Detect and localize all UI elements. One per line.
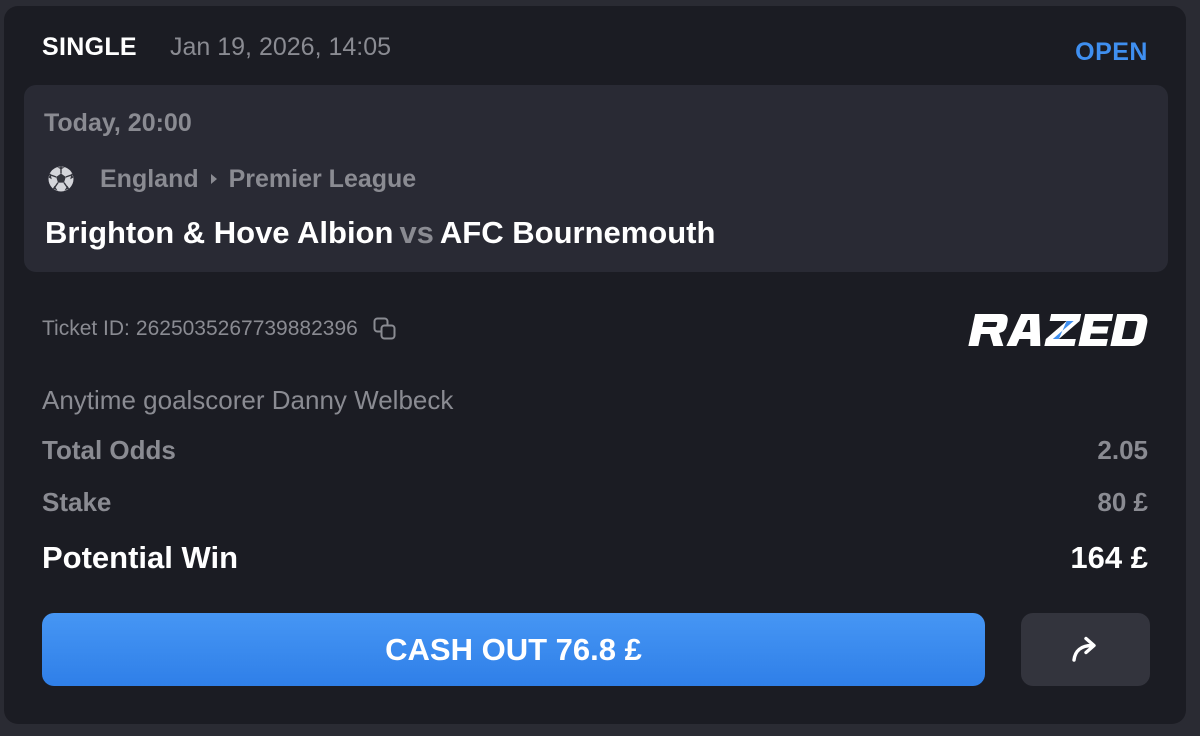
event-country: England xyxy=(100,164,199,193)
bet-type: SINGLE xyxy=(42,33,137,61)
ticket-id-label: Ticket ID: xyxy=(42,317,130,340)
potential-win-label: Potential Win xyxy=(42,540,239,575)
status-badge: OPEN xyxy=(1075,38,1148,66)
event-matchup: Brighton & Hove Albion vs AFC Bournemouth xyxy=(45,215,715,251)
copy-icon[interactable] xyxy=(372,316,398,342)
share-button[interactable] xyxy=(1021,613,1150,686)
potential-win-value: 164 £ xyxy=(1070,540,1148,575)
ticket-info-row: Ticket ID: 2625035267739882396 xyxy=(42,310,1148,350)
vs-label: vs xyxy=(399,215,434,250)
total-odds-value: 2.05 xyxy=(1097,434,1148,465)
ticket-id: Ticket ID: 2625035267739882396 xyxy=(42,316,398,342)
razed-logo xyxy=(962,310,1148,350)
ticket-id-value: 2625035267739882396 xyxy=(135,317,358,340)
event-breadcrumb: England Premier League xyxy=(46,161,416,197)
stake-value: 80 £ xyxy=(1097,486,1148,517)
share-arrow-icon xyxy=(1066,630,1106,670)
chevron-right-icon xyxy=(210,174,217,184)
total-odds-row: Total Odds 2.05 xyxy=(42,432,1148,468)
ticket-header: SINGLE Jan 19, 2026, 14:05 OPEN xyxy=(42,30,1148,70)
selection-name: Anytime goalscorer Danny Welbeck xyxy=(42,385,454,415)
bet-ticket-card: SINGLE Jan 19, 2026, 14:05 OPEN Today, 2… xyxy=(4,6,1186,724)
event-league: Premier League xyxy=(228,164,417,193)
away-team: AFC Bournemouth xyxy=(439,215,716,250)
event-start-time: Today, 20:00 xyxy=(44,109,192,137)
event-panel[interactable]: Today, 20:00 England Premier League Brig… xyxy=(24,85,1168,272)
soccer-ball-icon xyxy=(46,164,76,194)
home-team: Brighton & Hove Albion xyxy=(45,215,394,250)
total-odds-label: Total Odds xyxy=(42,434,176,465)
bet-placed-date: Jan 19, 2026, 14:05 xyxy=(170,33,392,61)
stake-row: Stake 80 £ xyxy=(42,484,1148,520)
cash-out-button[interactable]: CASH OUT 76.8 £ xyxy=(42,613,985,686)
potential-win-row: Potential Win 164 £ xyxy=(42,536,1148,580)
stake-label: Stake xyxy=(42,486,112,517)
